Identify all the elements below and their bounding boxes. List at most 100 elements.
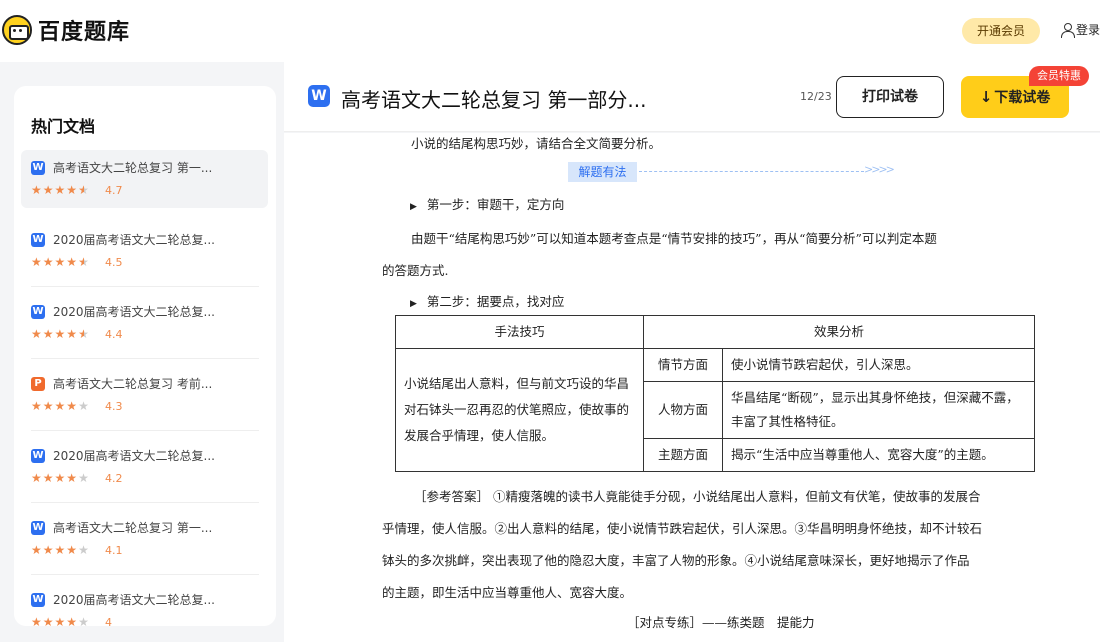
star-icon: ★ (54, 471, 67, 485)
star-icon: ★ (31, 399, 43, 413)
star-icon: ★ (66, 543, 79, 557)
hot-docs-sidebar: 热门文档 W 高考语文大二轮总复习 第一... ★★★★★ 4.7 W 2020届高考语文… (14, 86, 276, 626)
star-icon: ★ (42, 615, 55, 626)
table-header: 手法技巧 (395, 315, 644, 349)
table-row: 手法技巧 效果分析 (395, 315, 1035, 349)
rating-stars: ★★★★★ (31, 543, 90, 557)
rating-score: 4.1 (105, 544, 123, 557)
star-icon: ★ (66, 255, 79, 269)
question-text: 小说的结尾构思巧妙，请结合全文简要分析。 (411, 136, 662, 151)
sidebar-doc-item[interactable]: W 2020届高考语文大二轮总复... ★★★★★ 4 (21, 582, 268, 626)
word-file-icon: W (31, 449, 45, 463)
table-cell: 主题方面 (643, 438, 723, 472)
doc-item-title: 高考语文大二轮总复习 第一... (53, 521, 213, 535)
doc-item-title: 高考语文大二轮总复习 考前... (53, 377, 213, 391)
word-file-icon: W (308, 85, 330, 107)
download-arrow-icon: ↓ (979, 88, 993, 106)
rating-score: 4.4 (105, 328, 123, 341)
star-icon: ★ (78, 543, 90, 557)
rating-stars: ★★★★★ (31, 183, 90, 197)
star-icon: ★ (42, 255, 55, 269)
page-count: 12/23 (800, 90, 832, 103)
print-paper-button[interactable]: 打印试卷 (836, 76, 944, 118)
step-two-text: 第二步：据要点，找对应 (426, 294, 565, 309)
bullet-icon: ▶ (410, 299, 417, 309)
ppt-file-icon: P (31, 377, 45, 391)
rating-stars: ★★★★★ (31, 327, 90, 341)
star-icon: ★ (31, 255, 43, 269)
rating-score: 4.3 (105, 400, 123, 413)
login-label: 登录 (1076, 23, 1100, 37)
doc-item-title: 2020届高考语文大二轮总复... (53, 449, 215, 463)
sidebar-doc-item[interactable]: W 2020届高考语文大二轮总复... ★★★★★ 4.4 (21, 294, 268, 352)
star-icon: ★ (42, 183, 55, 197)
document-header: W 高考语文大二轮总复习 第一部分... 12/23 打印试卷 ↓ 下载试卷 会员… (284, 62, 1100, 132)
divider (31, 286, 259, 287)
star-icon: ★ (54, 543, 67, 557)
step-one-text: 第一步：审题干，定方向 (426, 197, 565, 212)
rating-stars: ★★★★★ (31, 471, 90, 485)
logo-icon (2, 15, 32, 45)
rating-score: 4.5 (105, 256, 123, 269)
rating-score: 4 (105, 616, 112, 626)
rating-score: 4.7 (105, 184, 123, 197)
word-file-icon: W (31, 161, 45, 175)
star-icon: ★ (78, 327, 90, 341)
divider (31, 574, 259, 575)
sidebar-doc-item[interactable]: P 高考语文大二轮总复习 考前... ★★★★★ 4.3 (21, 366, 268, 424)
answer-line: 的主题，即生活中应当尊重他人、宽容大度。 (382, 585, 633, 600)
rating-score: 4.2 (105, 472, 123, 485)
divider (31, 358, 259, 359)
bullet-icon: ▶ (410, 202, 417, 212)
sidebar-doc-item[interactable]: W 高考语文大二轮总复习 第一... ★★★★★ 4.1 (21, 510, 268, 568)
star-icon: ★ (31, 471, 43, 485)
document-title: 高考语文大二轮总复习 第一部分... (341, 88, 647, 112)
technique-table: 手法技巧 效果分析 小说结尾出人意料，但与前文巧设的华昌对石钵头一忍再忍的伏笔照… (395, 315, 1035, 472)
star-icon: ★ (66, 327, 79, 341)
download-label: 下载试卷 (994, 90, 1051, 106)
member-promo-badge: 会员特惠 (1029, 66, 1089, 86)
word-file-icon: W (31, 593, 45, 607)
word-file-icon: W (31, 305, 45, 319)
star-icon: ★ (78, 255, 90, 269)
answer-line: ［参考答案］ ①精瘦落魄的读书人竟能徒手分砚，小说结尾出人意料，但前文有伏笔，使… (414, 489, 981, 504)
method-tag: 解题有法 (568, 162, 637, 182)
word-file-icon: W (31, 233, 45, 247)
doc-item-title: 高考语文大二轮总复习 第一... (53, 161, 213, 175)
doc-item-title: 2020届高考语文大二轮总复... (53, 305, 215, 319)
rating-stars: ★★★★★ (31, 255, 90, 269)
sidebar-doc-item[interactable]: W 高考语文大二轮总复习 第一... ★★★★★ 4.7 (21, 150, 268, 208)
star-icon: ★ (54, 399, 67, 413)
star-icon: ★ (42, 399, 55, 413)
star-icon: ★ (66, 615, 79, 626)
paragraph-line: 由题干“结尾构思巧妙”可以知道本题考查点是“情节安排的技巧”，再从“简要分析”可… (411, 231, 937, 246)
star-icon: ★ (42, 471, 55, 485)
star-icon: ★ (31, 543, 43, 557)
star-icon: ★ (78, 471, 90, 485)
top-bar: 百度题库 开通会员 登录 (0, 0, 1100, 62)
step-one: ▶ 第一步：审题干，定方向 (410, 194, 564, 213)
section-heading: ［对点专练］——练类题 提能力 (627, 615, 815, 630)
sidebar-doc-item[interactable]: W 2020届高考语文大二轮总复... ★★★★★ 4.2 (21, 438, 268, 496)
table-row: 小说结尾出人意料，但与前文巧设的华昌对石钵头一忍再忍的伏笔照应，使故事的发展合乎… (395, 348, 1035, 472)
brand-name: 百度题库 (38, 20, 131, 45)
star-icon: ★ (66, 183, 79, 197)
brand-logo[interactable]: 百度题库 (2, 14, 130, 46)
rating-stars: ★★★★★ (31, 615, 90, 626)
tag-divider (639, 171, 864, 172)
word-file-icon: W (31, 521, 45, 535)
star-icon: ★ (31, 327, 43, 341)
sidebar-doc-item[interactable]: W 2020届高考语文大二轮总复... ★★★★★ 4.5 (21, 222, 268, 280)
star-icon: ★ (42, 327, 55, 341)
star-icon: ★ (66, 471, 79, 485)
star-icon: ★ (78, 399, 90, 413)
document-content: 小说的结尾构思巧妙，请结合全文简要分析。 解题有法 >>>> ▶ 第一步：审题干，… (284, 133, 1100, 642)
divider (31, 430, 259, 431)
star-icon: ★ (54, 255, 67, 269)
star-icon: ★ (54, 183, 67, 197)
open-vip-button[interactable]: 开通会员 (962, 18, 1040, 44)
table-cell: 华昌结尾“断砚”，显示出其身怀绝技，但深藏不露，丰富了其性格特征。 (722, 381, 1035, 439)
login-button[interactable]: 登录 (1060, 21, 1100, 38)
star-icon: ★ (31, 183, 43, 197)
star-icon: ★ (66, 399, 79, 413)
